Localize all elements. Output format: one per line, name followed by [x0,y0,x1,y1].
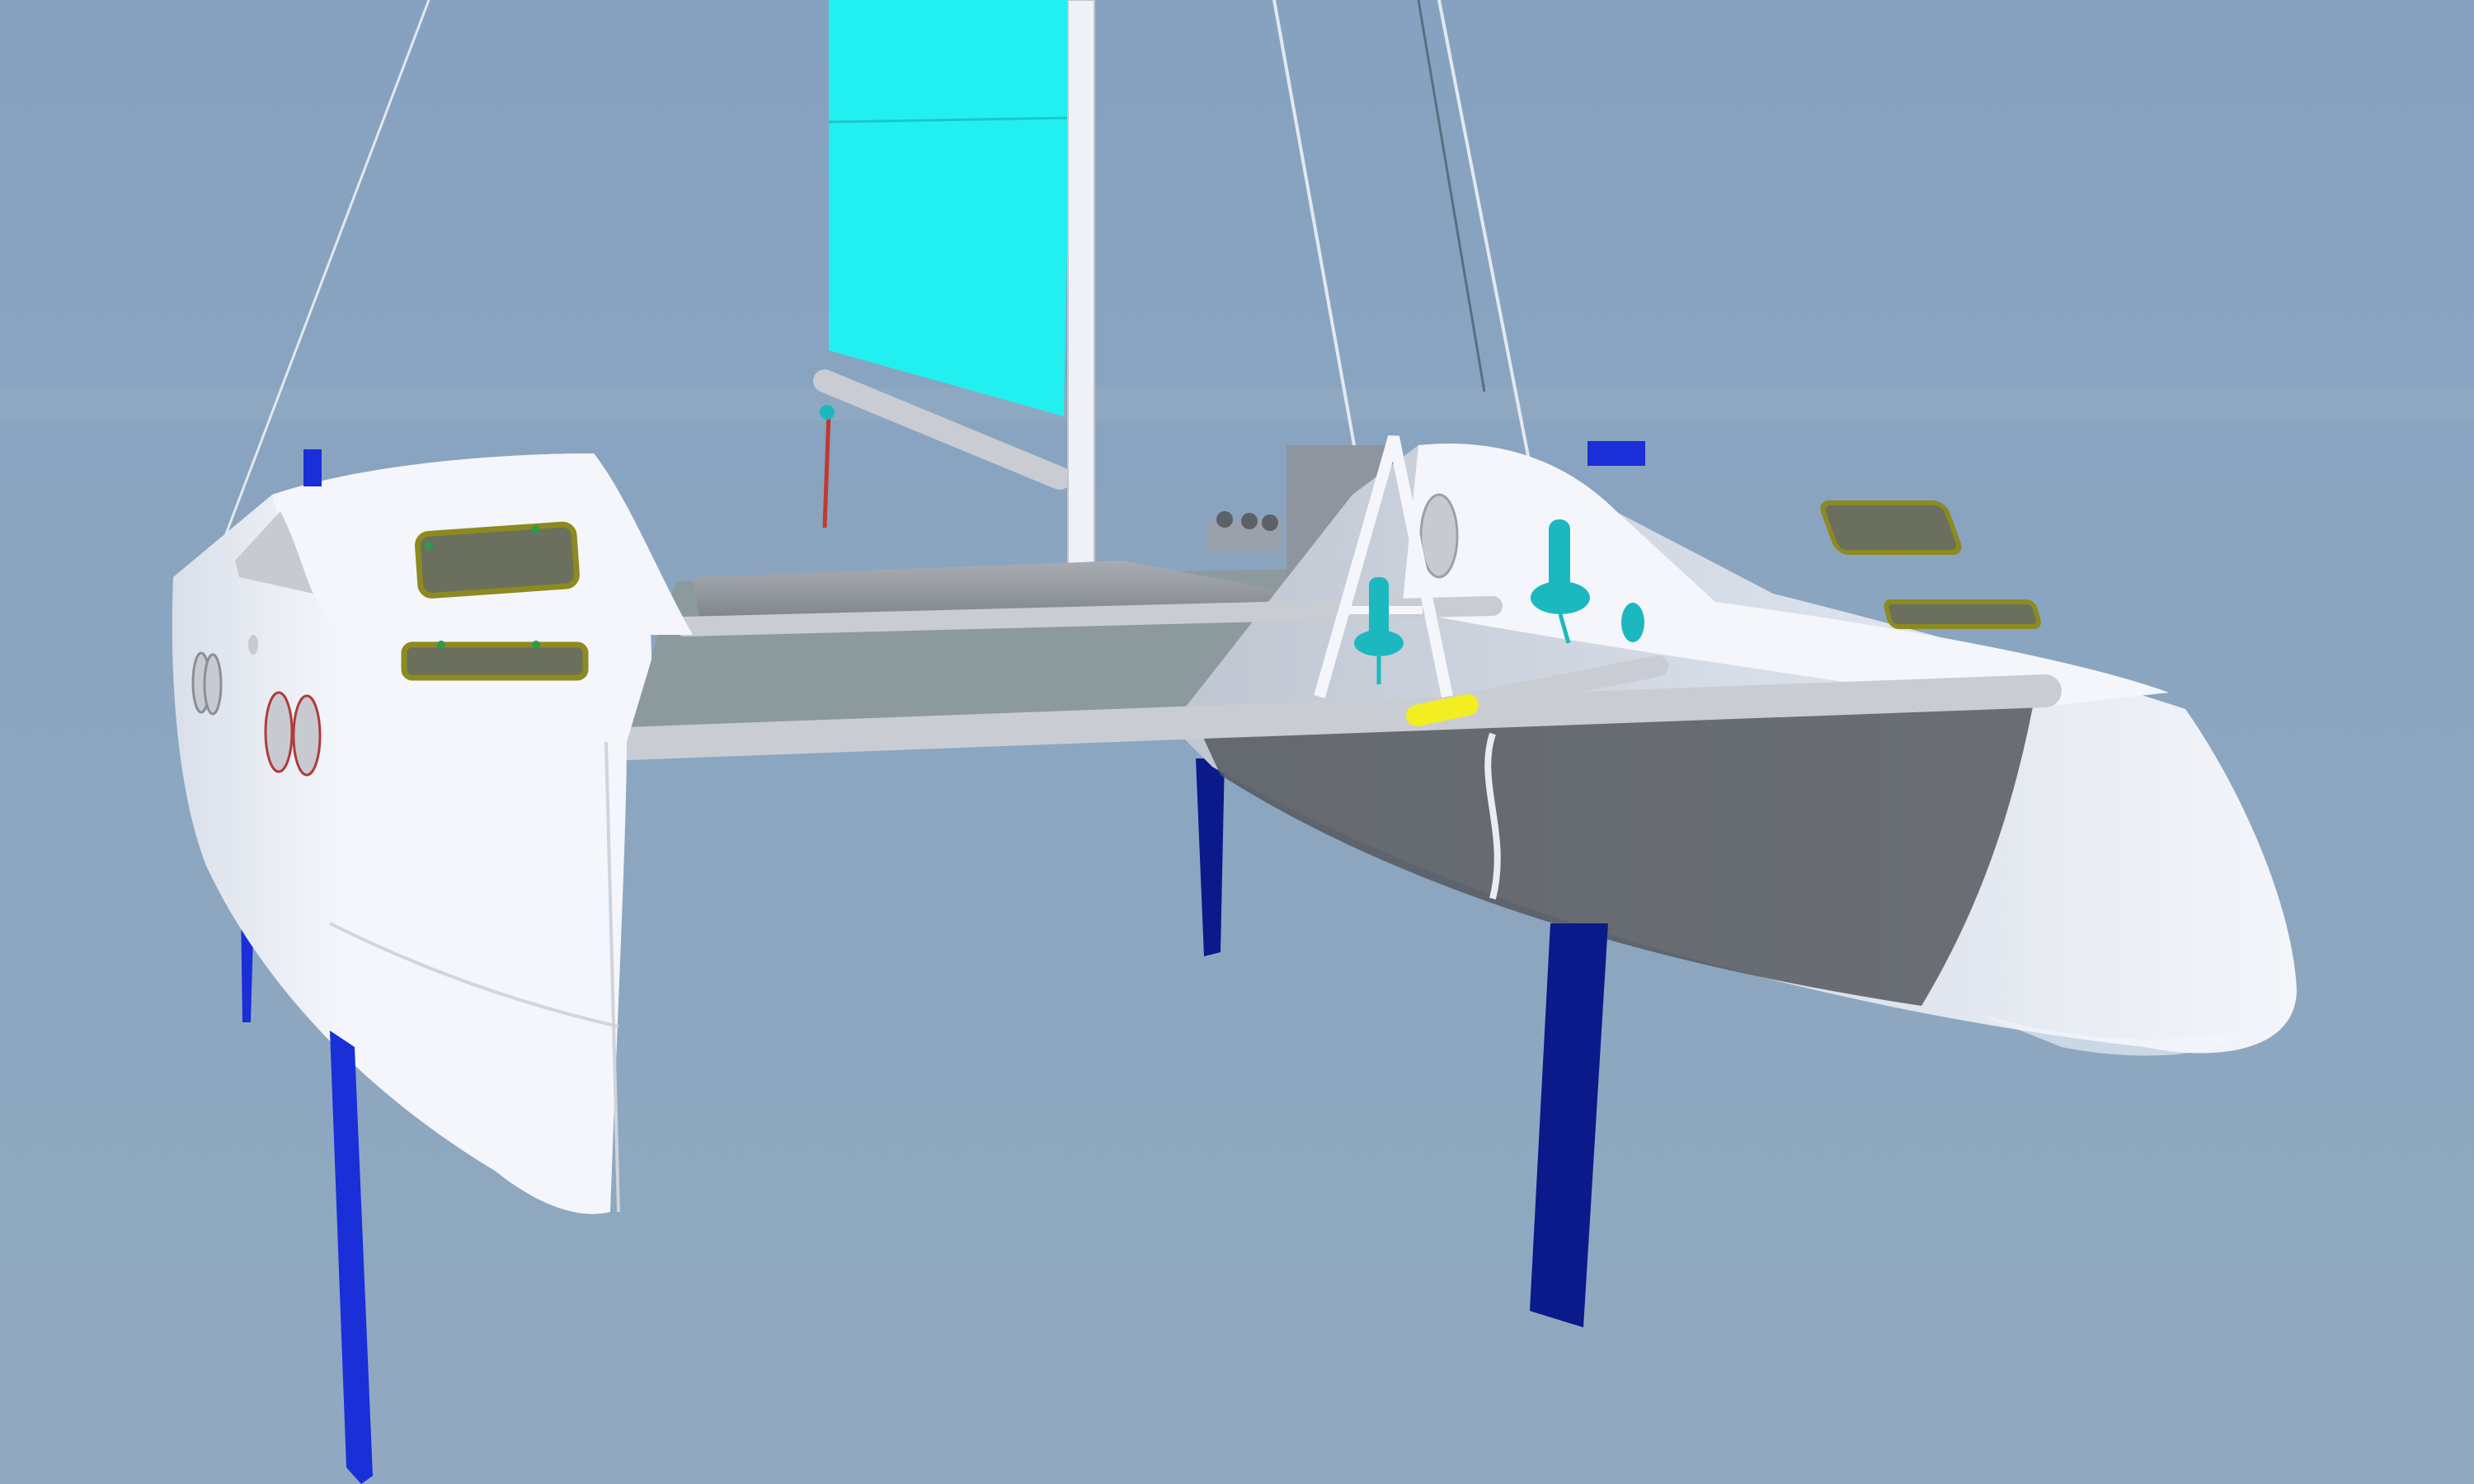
cleat-wheel [1621,603,1644,642]
porthole-left-small [248,635,258,655]
catamaran-scene [0,0,2474,1484]
porthole-right-hull [1419,493,1459,579]
hatch-left-1-pin-b [532,525,540,533]
mainsail [829,0,1072,416]
mast [1067,0,1095,594]
deck-winch-2 [1241,513,1258,529]
deck-winch-1 [1216,511,1233,528]
deck-winch-3 [1262,514,1278,531]
daggerboard-right-stub [1587,441,1645,466]
hatch-left-2-pin-b [532,641,540,649]
hatch-right-2 [1884,599,2041,629]
porthole-left-3 [264,691,294,773]
porthole-left-2 [203,653,223,716]
boom-fitting [820,405,835,420]
tiller-grip [1406,694,1479,726]
hatch-left-2 [401,641,589,681]
hatch-left-1-pin-a [425,542,433,550]
porthole-left-4 [292,694,322,777]
hatch-left-2-pin-a [437,641,445,649]
hatch-right-1 [1820,500,1962,555]
hatch-left-1 [415,521,580,599]
horizon-band [0,387,2474,420]
daggerboard-left-stub [303,449,322,486]
